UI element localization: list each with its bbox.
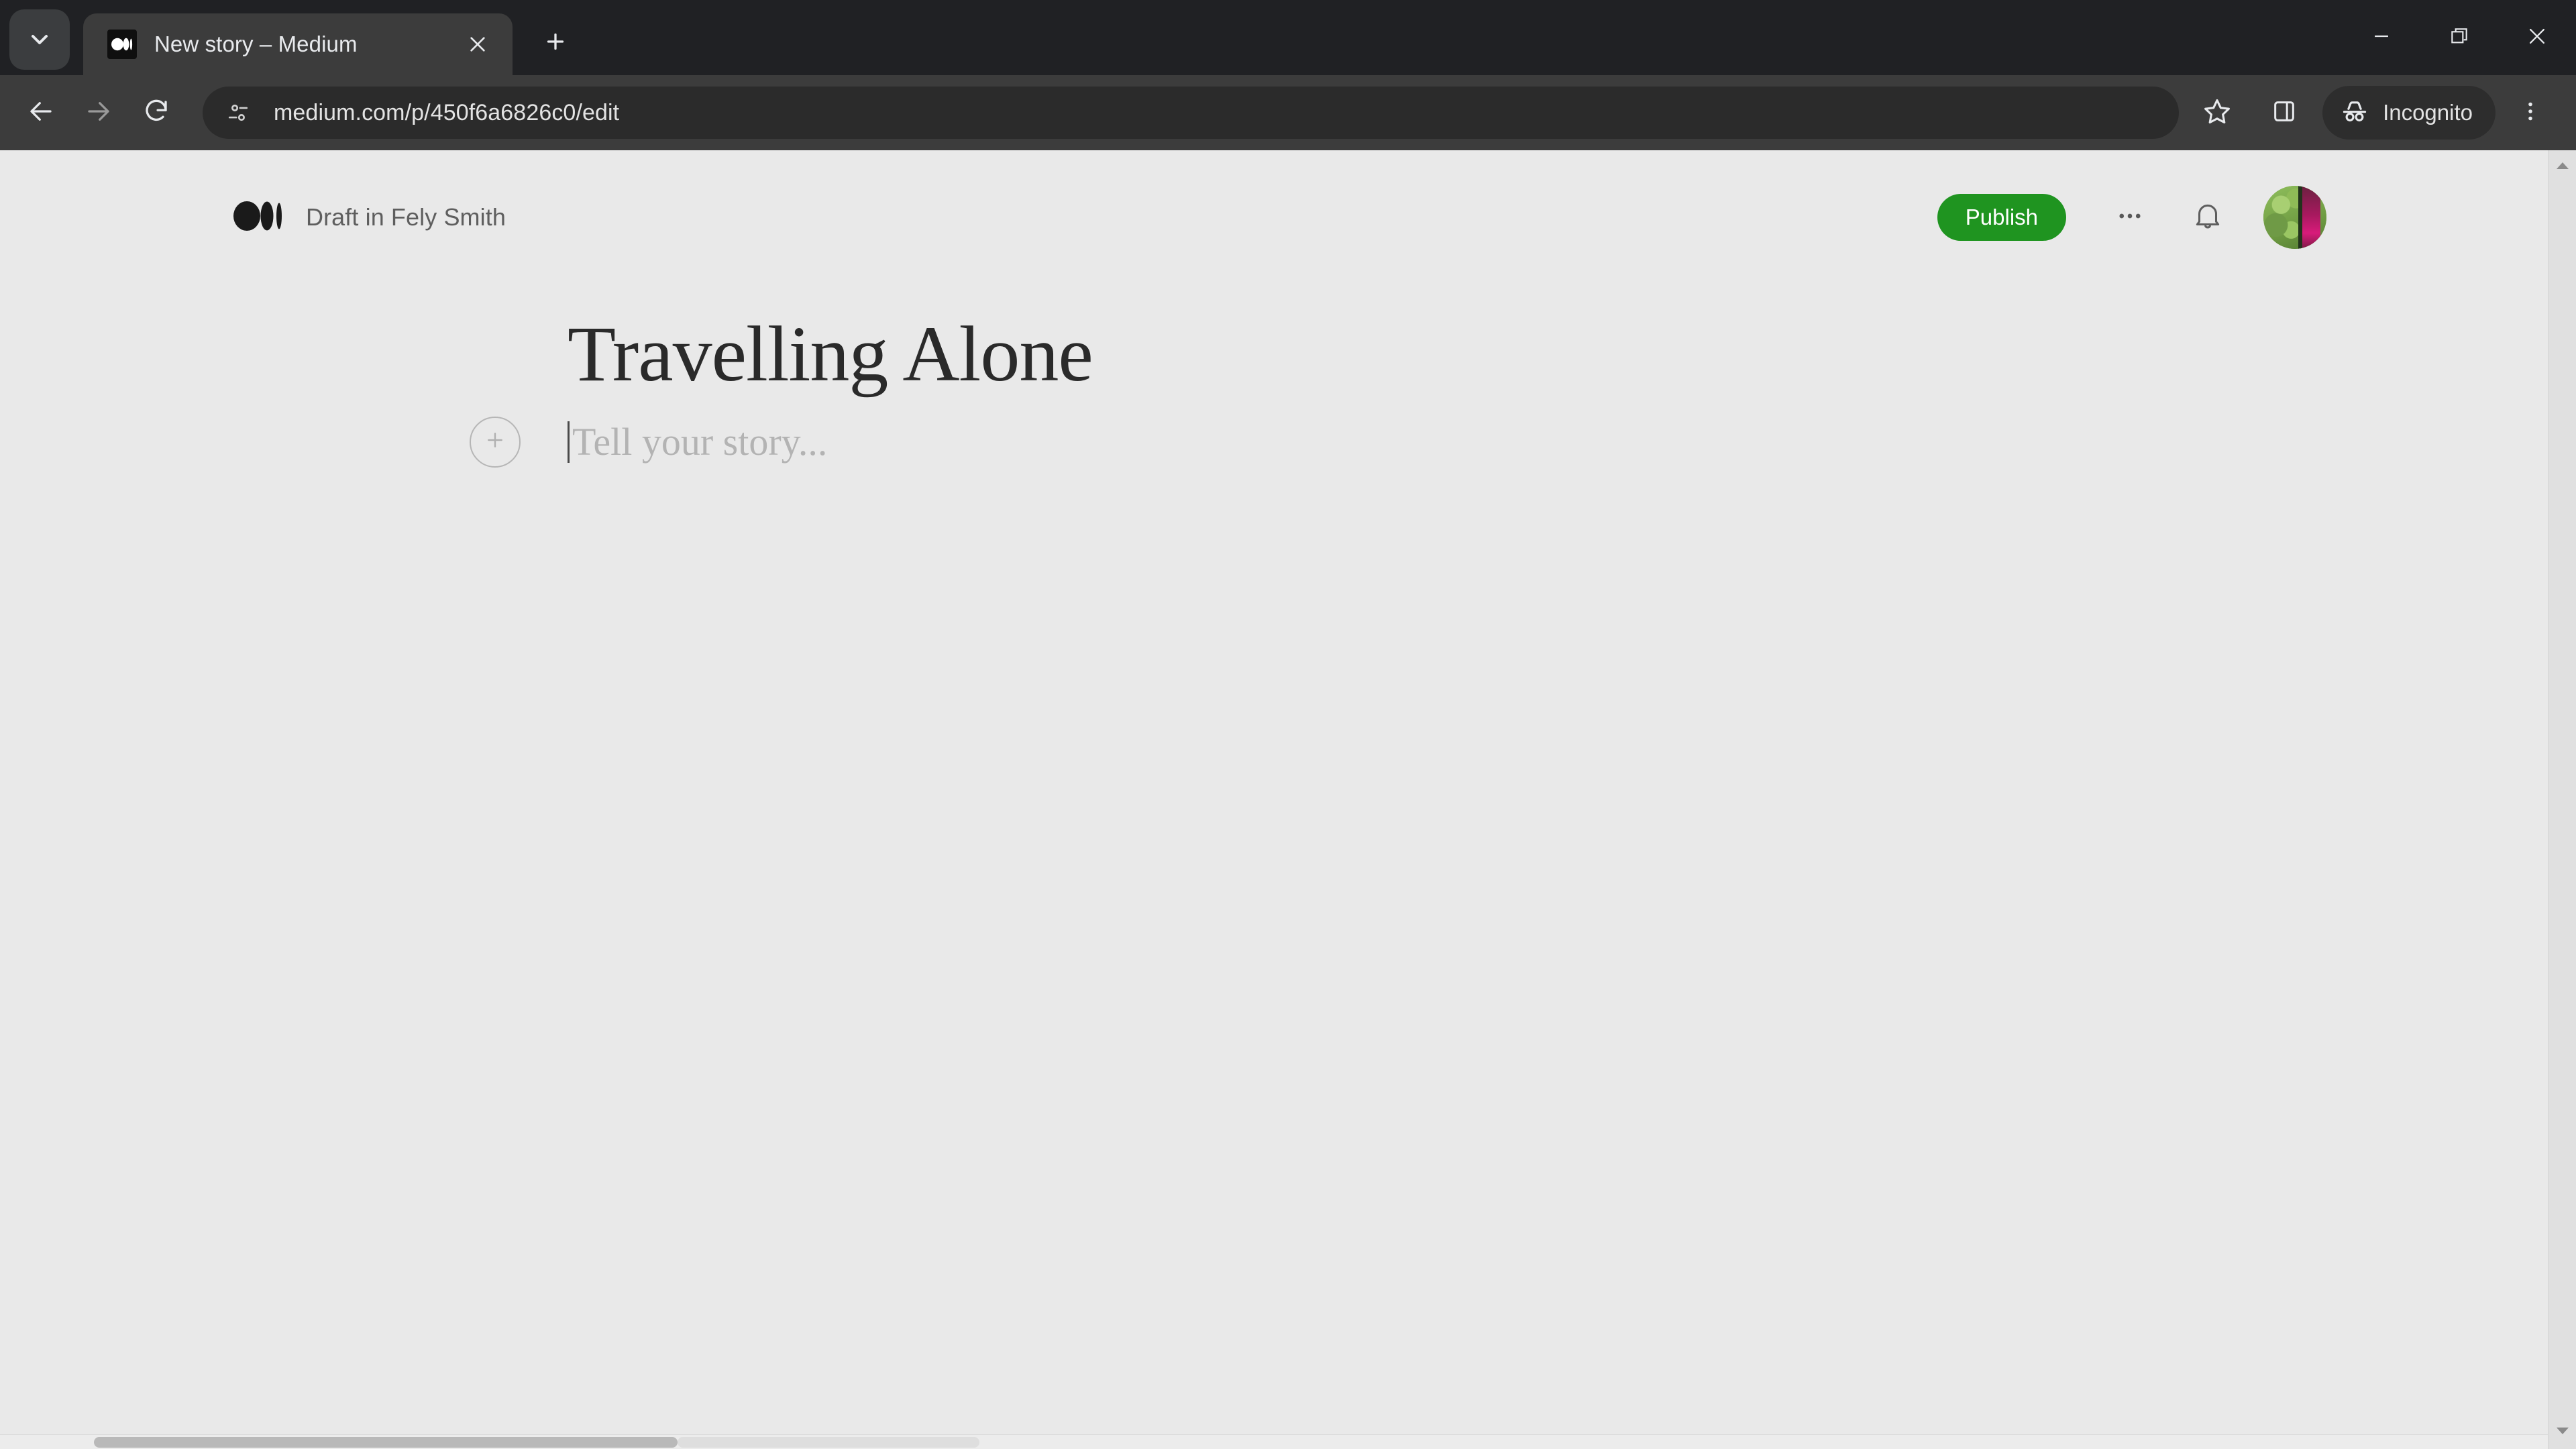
incognito-icon (2340, 97, 2369, 129)
plus-icon (543, 30, 568, 57)
story-body-input[interactable]: Tell your story... (572, 417, 827, 467)
forward-button[interactable] (70, 84, 127, 142)
story-body-row: Tell your story... (470, 416, 2548, 468)
medium-logo-icon (233, 200, 283, 235)
site-information-button[interactable] (217, 92, 259, 133)
browser-tab[interactable]: New story – Medium (83, 13, 513, 75)
window-controls (2343, 0, 2576, 75)
window-restore-button[interactable] (2420, 0, 2498, 75)
add-block-button[interactable] (470, 416, 521, 468)
publish-button[interactable]: Publish (1937, 194, 2066, 241)
medium-site-header: Draft in Fely Smith Publish (0, 177, 2548, 258)
browser-toolbar: medium.com/p/450f6a6826c0/edit Incognito (0, 75, 2576, 150)
browser-window: New story – Medium medium.com/p/450f6a68… (0, 0, 2576, 1449)
vertical-scrollbar[interactable] (2548, 150, 2576, 1449)
bookmark-button[interactable] (2188, 84, 2246, 142)
scroll-up-button[interactable] (2548, 156, 2576, 178)
horizontal-scrollbar-track-segment[interactable] (678, 1437, 979, 1448)
medium-header-actions: Publish (1937, 186, 2326, 249)
close-icon (2526, 25, 2548, 51)
tab-close-button[interactable] (459, 25, 496, 63)
story-title-input[interactable]: Travelling Alone (568, 307, 1093, 400)
incognito-indicator[interactable]: Incognito (2322, 86, 2496, 140)
reload-button[interactable] (127, 84, 185, 142)
triangle-up-icon (2555, 160, 2571, 174)
notifications-button[interactable] (2179, 189, 2237, 246)
star-icon (2202, 97, 2232, 129)
back-button[interactable] (12, 84, 70, 142)
more-options-button[interactable] (2101, 189, 2159, 246)
plus-icon (483, 428, 507, 455)
arrow-left-icon (27, 97, 55, 129)
medium-editor-page: Draft in Fely Smith Publish Travelling A… (0, 150, 2548, 1449)
address-bar[interactable]: medium.com/p/450f6a6826c0/edit (203, 87, 2180, 139)
side-panel-icon (2271, 98, 2298, 128)
tab-title: New story – Medium (154, 32, 358, 56)
side-panel-button[interactable] (2255, 84, 2313, 142)
medium-home-link[interactable]: Draft in Fely Smith (233, 200, 506, 235)
horizontal-scrollbar[interactable] (0, 1434, 2548, 1449)
page-viewport: Draft in Fely Smith Publish Travelling A… (0, 150, 2576, 1449)
chevron-down-icon (26, 26, 53, 53)
new-tab-button[interactable] (530, 17, 581, 68)
incognito-label: Incognito (2383, 100, 2473, 125)
minimize-icon (2370, 25, 2393, 51)
draft-status-label: Draft in Fely Smith (306, 203, 506, 231)
restore-icon (2449, 25, 2470, 50)
window-minimize-button[interactable] (2343, 0, 2420, 75)
reload-icon (142, 97, 170, 129)
triangle-down-icon (2555, 1426, 2571, 1440)
text-cursor (568, 421, 570, 463)
avatar-image-accent (2302, 186, 2320, 249)
url-text[interactable]: medium.com/p/450f6a6826c0/edit (274, 100, 619, 126)
window-close-button[interactable] (2498, 0, 2576, 75)
three-dots-vertical-icon (2518, 99, 2542, 127)
chrome-menu-button[interactable] (2504, 84, 2557, 142)
arrow-right-icon (85, 97, 113, 129)
story-editor: Travelling Alone Tell your story... (0, 307, 2548, 468)
three-dots-horizontal-icon (2116, 202, 2144, 233)
medium-logo-icon (107, 30, 137, 59)
tab-search-button[interactable] (9, 9, 70, 70)
user-avatar[interactable] (2263, 186, 2326, 249)
horizontal-scrollbar-thumb[interactable] (94, 1437, 678, 1448)
bell-icon (2191, 199, 2224, 236)
scroll-down-button[interactable] (2548, 1421, 2576, 1444)
tab-strip: New story – Medium (0, 0, 2576, 75)
